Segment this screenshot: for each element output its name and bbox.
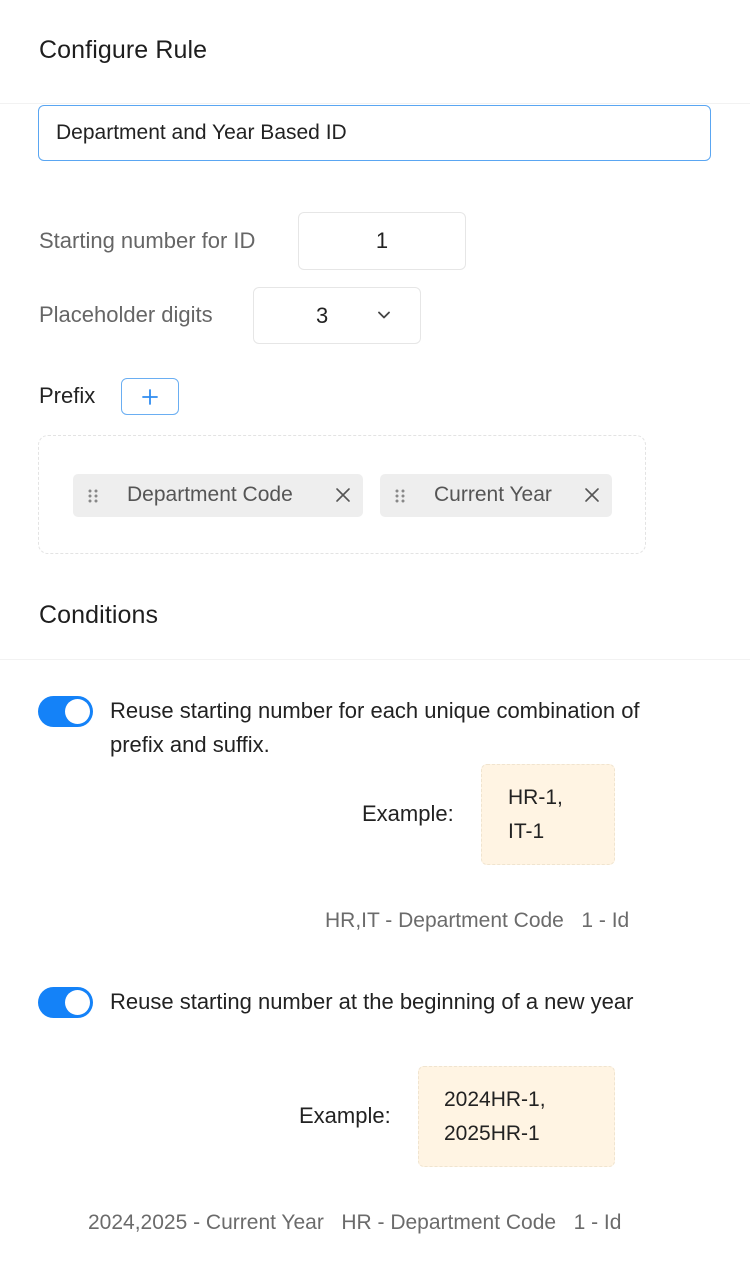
- condition-1-line-2: prefix and suffix.: [110, 732, 270, 757]
- condition-1-legend: HR,IT - Department Code 1 - Id: [325, 909, 630, 932]
- close-icon[interactable]: [335, 487, 351, 503]
- example-line-2: IT-1: [508, 820, 545, 843]
- starting-number-label: Starting number for ID: [39, 228, 256, 253]
- close-icon[interactable]: [584, 487, 600, 503]
- rule-name-input[interactable]: [38, 105, 711, 161]
- chevron-down-icon: [378, 311, 390, 319]
- prefix-label: Prefix: [39, 383, 96, 408]
- reuse-per-combination-toggle[interactable]: [38, 696, 93, 727]
- condition-1-line-1: Reuse starting number for each unique co…: [110, 698, 640, 723]
- condition-2-legend: 2024,2025 - Current Year HR - Department…: [88, 1211, 622, 1234]
- chip-label: Current Year: [434, 483, 552, 506]
- conditions-title: Conditions: [39, 601, 159, 629]
- prefix-chip-department-code[interactable]: Department Code: [73, 474, 363, 517]
- example-label: Example:: [362, 801, 454, 826]
- example-box: 2024HR-1, 2025HR-1: [418, 1066, 615, 1167]
- condition-2-line-1: Reuse starting number at the beginning o…: [110, 989, 634, 1014]
- placeholder-digits-label: Placeholder digits: [39, 302, 213, 327]
- example-label: Example:: [299, 1103, 391, 1128]
- example-line-1: HR-1,: [508, 786, 563, 809]
- condition-2-text: Reuse starting number at the beginning o…: [110, 985, 633, 1019]
- example-line-1: 2024HR-1,: [444, 1088, 546, 1111]
- plus-icon: [142, 388, 158, 405]
- example-line-2: 2025HR-1: [444, 1122, 540, 1145]
- conditions-divider: [0, 659, 750, 660]
- drag-handle-icon[interactable]: [394, 488, 406, 504]
- placeholder-digits-select[interactable]: 3: [253, 287, 421, 344]
- page-title: Configure Rule: [39, 36, 208, 64]
- condition-1-text: Reuse starting number for each unique co…: [110, 694, 640, 762]
- chip-label: Department Code: [127, 483, 293, 506]
- example-box: HR-1, IT-1: [481, 764, 615, 865]
- placeholder-digits-value: 3: [316, 302, 329, 328]
- starting-number-value: 1: [375, 228, 389, 253]
- toggle-knob: [65, 990, 90, 1015]
- add-prefix-button[interactable]: [121, 378, 179, 415]
- starting-number-input[interactable]: 1: [298, 212, 466, 270]
- drag-handle-icon[interactable]: [87, 488, 99, 504]
- toggle-knob: [65, 699, 90, 724]
- reuse-per-new-year-toggle[interactable]: [38, 987, 93, 1018]
- prefix-chip-current-year[interactable]: Current Year: [380, 474, 612, 517]
- header-divider: [0, 103, 750, 104]
